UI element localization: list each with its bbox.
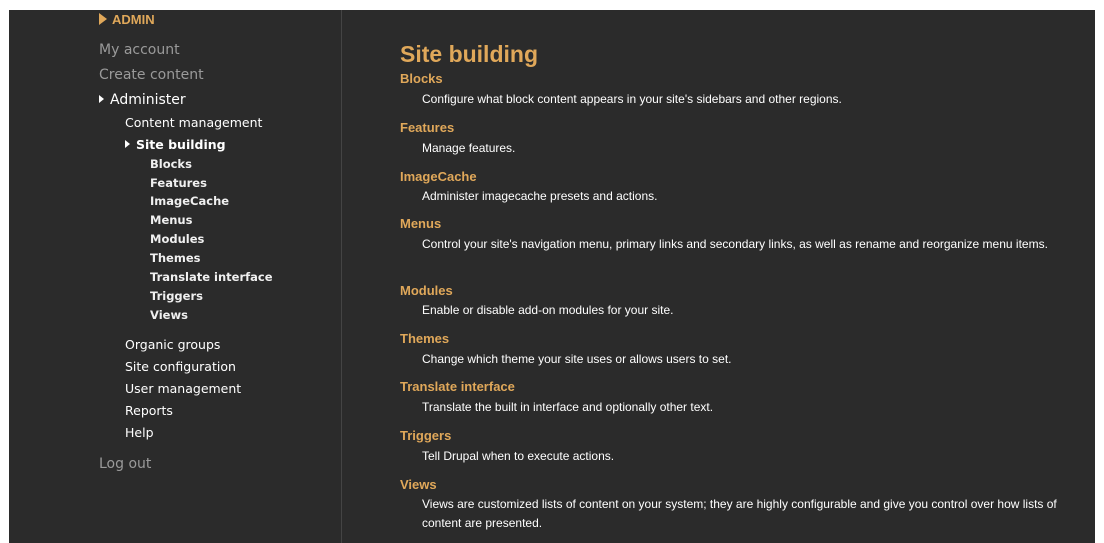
main-content: Site building Blocks Configure what bloc… [342, 10, 1095, 543]
item-desc-blocks: Configure what block content appears in … [422, 92, 842, 106]
triangle-right-icon [99, 13, 107, 25]
nav-modules[interactable]: Modules [150, 232, 204, 246]
nav-site-configuration[interactable]: Site configuration [125, 359, 236, 374]
nav-create-content[interactable]: Create content [99, 67, 204, 83]
nav-user-management[interactable]: User management [125, 381, 241, 396]
item-title-themes[interactable]: Themes [400, 331, 449, 346]
item-title-imagecache[interactable]: ImageCache [400, 169, 477, 184]
item-title-blocks[interactable]: Blocks [400, 71, 443, 86]
admin-heading-label: ADMIN [112, 12, 155, 27]
nav-features[interactable]: Features [150, 176, 207, 190]
nav-administer[interactable]: Administer [99, 92, 186, 108]
nav-log-out[interactable]: Log out [99, 456, 151, 472]
expanded-arrow-icon [99, 95, 104, 103]
nav-content-management[interactable]: Content management [125, 115, 262, 130]
item-desc-translate-interface: Translate the built in interface and opt… [422, 400, 714, 414]
item-desc-menus: Control your site's navigation menu, pri… [422, 237, 1048, 251]
item-title-triggers[interactable]: Triggers [400, 428, 451, 443]
item-desc-themes: Change which theme your site uses or all… [422, 352, 732, 366]
item-title-features[interactable]: Features [400, 120, 454, 135]
nav-site-building-label: Site building [136, 137, 226, 152]
item-desc-views: Views are customized lists of content on… [422, 497, 1057, 530]
nav-administer-label: Administer [110, 92, 186, 108]
sidebar: ADMIN My account Create content Administ… [9, 10, 342, 543]
nav-views[interactable]: Views [150, 308, 188, 322]
item-desc-triggers: Tell Drupal when to execute actions. [422, 449, 615, 463]
item-title-views[interactable]: Views [400, 477, 437, 492]
nav-triggers[interactable]: Triggers [150, 289, 203, 303]
expanded-arrow-icon [125, 140, 130, 148]
nav-site-building[interactable]: Site building [125, 137, 226, 152]
page-title: Site building [400, 41, 538, 67]
nav-reports[interactable]: Reports [125, 403, 173, 418]
item-title-modules[interactable]: Modules [400, 283, 453, 298]
app-frame: ADMIN My account Create content Administ… [9, 10, 1095, 543]
nav-blocks[interactable]: Blocks [150, 157, 192, 171]
admin-heading[interactable]: ADMIN [99, 12, 155, 27]
nav-imagecache[interactable]: ImageCache [150, 194, 229, 208]
item-desc-imagecache: Administer imagecache presets and action… [422, 189, 658, 203]
item-title-menus[interactable]: Menus [400, 216, 441, 231]
item-title-translate-interface[interactable]: Translate interface [400, 379, 515, 394]
nav-my-account[interactable]: My account [99, 42, 180, 58]
item-desc-features: Manage features. [422, 141, 516, 155]
nav-themes[interactable]: Themes [150, 251, 200, 265]
nav-menus[interactable]: Menus [150, 213, 192, 227]
nav-translate-interface[interactable]: Translate interface [150, 270, 273, 284]
nav-organic-groups[interactable]: Organic groups [125, 337, 220, 352]
nav-help[interactable]: Help [125, 425, 154, 440]
item-desc-modules: Enable or disable add-on modules for you… [422, 303, 674, 317]
